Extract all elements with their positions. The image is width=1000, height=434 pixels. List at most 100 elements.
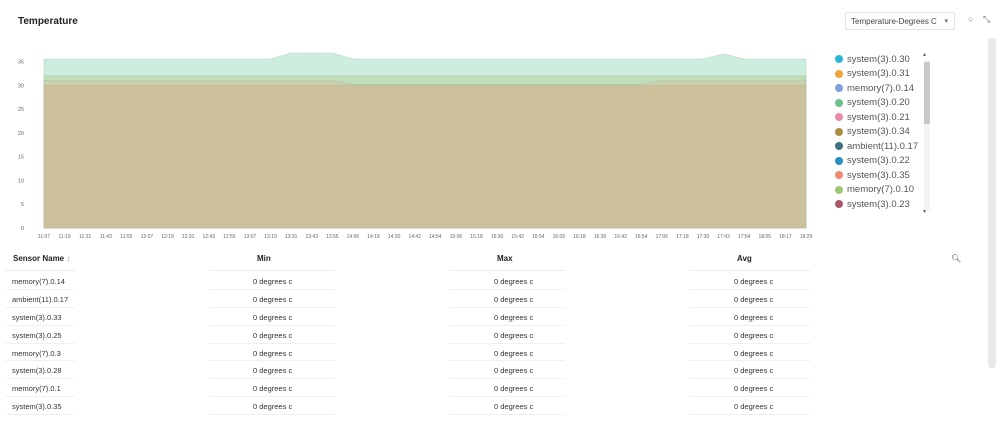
x-tick-label: 16:06 [553, 234, 566, 240]
search-icon[interactable]: 🔍︎ [951, 254, 961, 263]
min-cell: 0 degrees c [253, 294, 293, 304]
sort-icon[interactable]: ↕ [66, 254, 70, 263]
table-row[interactable]: memory(7).0.1 0 degrees c 0 degrees c 0 deg… [0, 379, 970, 398]
scroll-down-icon[interactable]: ▾ [923, 208, 926, 215]
x-tick-label: 13:43 [305, 234, 318, 240]
x-tick-label: 11:31 [79, 234, 91, 240]
y-tick-label: 20 [18, 131, 24, 137]
table-row[interactable]: system(3).0.33 0 degrees c 0 degrees c 0 de… [0, 308, 970, 326]
legend-dot [835, 84, 843, 93]
x-tick-label: 12:19 [161, 234, 174, 240]
legend-label: memory(7).0.14 [847, 82, 915, 94]
legend-label: system(3).0.34 [847, 126, 910, 138]
widget-title: Temperature [18, 16, 78, 27]
legend-item[interactable]: system(3).0.22 [835, 154, 925, 169]
x-tick-label: 11:19 [59, 234, 71, 240]
y-tick-label: 0 [21, 226, 24, 232]
x-tick-label: 14:42 [408, 234, 421, 240]
expand-icon[interactable]: ⤡ [983, 14, 990, 25]
legend-dot [835, 171, 843, 180]
table-row[interactable]: memory(7).0.14 0 degrees c 0 degrees c 0 de… [0, 272, 970, 290]
scroll-up-icon[interactable]: ▴ [923, 51, 926, 58]
legend-scroll-thumb[interactable] [924, 62, 930, 124]
x-tick-label: 15:06 [450, 234, 463, 240]
x-tick-label: 17:30 [697, 234, 710, 240]
x-tick-label: 14:06 [347, 234, 360, 240]
x-tick-label: 17:18 [676, 234, 689, 240]
table-row[interactable]: system(3).0.28 0 degrees c 0 degrees c 0 de… [0, 361, 970, 380]
avg-cell: 0 degrees c [734, 348, 774, 358]
avg-cell: 0 degrees c [734, 312, 774, 322]
min-cell: 0 degrees c [253, 366, 293, 376]
max-cell: 0 degrees c [494, 294, 534, 304]
x-tick-label: 14:18 [367, 234, 380, 240]
metric-select[interactable]: Temperature-Degrees C ▾ [845, 12, 955, 30]
legend-dot [835, 113, 843, 122]
sensor-name-cell: memory(7).0.14 [12, 277, 65, 286]
x-tick-label: 12:43 [202, 234, 215, 240]
max-cell: 0 degrees c [494, 312, 534, 322]
column-max[interactable]: Max [497, 254, 513, 263]
avg-cell: 0 degrees c [734, 384, 774, 394]
avg-cell: 0 degrees c [734, 402, 774, 412]
x-tick-label: 12:07 [141, 234, 154, 240]
legend-item[interactable]: memory(7).0.10 [835, 183, 925, 198]
legend-dot [835, 200, 843, 209]
min-cell: 0 degrees c [253, 384, 293, 394]
legend-item[interactable]: system(3).0.21 [835, 110, 925, 125]
table-header: Sensor Name ↕ Min Max Avg 🔍︎ [0, 248, 970, 272]
max-cell: 0 degrees c [494, 348, 534, 358]
legend-label: ambient(11).0.17 [847, 140, 919, 152]
column-min[interactable]: Min [257, 254, 271, 263]
temperature-chart: 35 30 25 20 15 10 5 0 11:07 11:19 11:31 11:43 11:55 1… [18, 52, 813, 240]
y-tick-label: 30 [18, 83, 24, 89]
legend-item[interactable]: system(3).0.31 [835, 67, 925, 82]
min-cell: 0 degrees c [253, 402, 293, 412]
x-tick-label: 12:55 [223, 234, 236, 240]
legend-scrollbar[interactable]: ▴ ▾ [923, 52, 930, 215]
legend-label: memory(7).0.10 [847, 184, 915, 196]
legend-item[interactable]: system(3).0.30 [835, 52, 925, 67]
sensor-name-cell: system(3).0.35 [12, 402, 62, 412]
legend-item[interactable]: system(3).0.34 [835, 125, 925, 140]
table-row[interactable]: system(3).0.25 0 degrees c 0 degrees c 0 de… [0, 326, 970, 344]
x-tick-label: 15:30 [491, 234, 504, 240]
avg-cell: 0 degrees c [734, 330, 774, 340]
legend-label: system(3).0.20 [847, 97, 910, 109]
min-cell: 0 degrees c [253, 330, 293, 340]
table-row[interactable]: memory(7).0.3 0 degrees c 0 degrees c 0 deg… [0, 344, 970, 362]
sensor-name-cell: memory(7).0.3 [12, 348, 61, 358]
circle-icon[interactable]: ○ [968, 14, 973, 24]
column-sensor-name[interactable]: Sensor Name ↕ [13, 254, 70, 263]
x-tick-label: 13:19 [264, 234, 277, 240]
legend-item[interactable]: memory(7).0.14 [835, 81, 925, 96]
table-row[interactable]: ambient(11).0.17 0 degrees c 0 degrees c 0 … [0, 290, 970, 308]
x-tick-label: 16:42 [614, 234, 627, 240]
widget-header: Temperature Temperature-Degrees C ▾ ○ ⤡ [0, 0, 1000, 40]
min-cell: 0 degrees c [253, 277, 293, 286]
avg-cell: 0 degrees c [734, 366, 774, 376]
sensor-name-cell: memory(7).0.1 [12, 384, 61, 394]
table-row[interactable]: system(3).0.35 0 degrees c 0 degrees c 0 de… [0, 397, 970, 416]
legend-item[interactable]: ambient(11).0.17 [835, 139, 925, 154]
avg-cell: 0 degrees c [734, 277, 774, 286]
legend-item[interactable]: system(3).0.35 [835, 168, 925, 183]
x-tick-label: 16:30 [594, 234, 607, 240]
x-tick-label: 15:42 [511, 234, 524, 240]
legend-label: system(3).0.22 [847, 155, 910, 167]
legend-dot [835, 55, 843, 64]
metric-select-value: Temperature-Degrees C [851, 17, 937, 26]
sensor-name-cell: ambient(11).0.17 [12, 294, 69, 304]
sensor-name-cell: system(3).0.25 [12, 330, 62, 340]
column-avg[interactable]: Avg [737, 254, 752, 263]
page-scrollbar[interactable] [988, 38, 996, 368]
x-tick-label: 17:06 [656, 234, 669, 240]
y-tick-label: 10 [18, 178, 24, 184]
sensor-table: Sensor Name ↕ Min Max Avg 🔍︎ memory(7).0… [0, 248, 970, 416]
x-tick-label: 14:54 [429, 234, 442, 240]
area-series[interactable] [43, 85, 807, 229]
x-tick-label: 18:29 [800, 234, 813, 240]
legend-item[interactable]: system(3).0.23 [835, 197, 925, 212]
legend-dot [835, 69, 843, 78]
legend-item[interactable]: system(3).0.20 [835, 96, 925, 111]
